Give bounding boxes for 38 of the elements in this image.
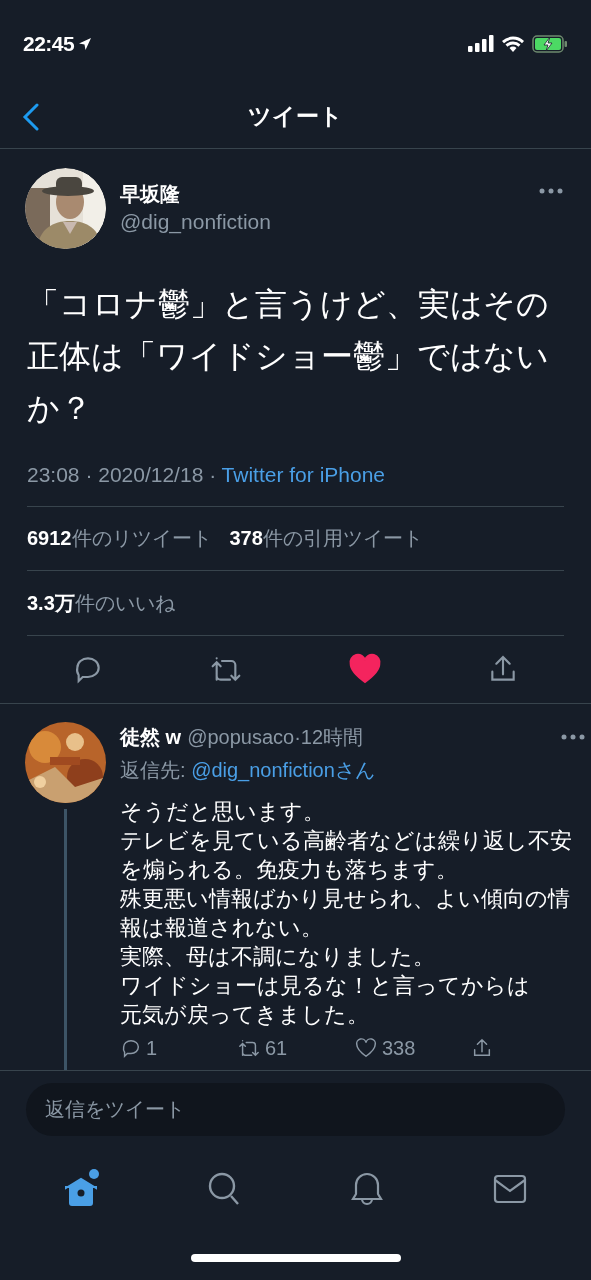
heart-icon[interactable]: [354, 1036, 378, 1059]
tweet-timestamp: 23:08 · 2020/12/18 ·: [27, 463, 218, 486]
clock-time: 22:45: [23, 30, 75, 57]
location-arrow-icon: [78, 36, 93, 51]
reply-input-field[interactable]: 返信をツイート: [26, 1083, 565, 1136]
stat-count[interactable]: 378件の引用ツイート: [229, 523, 423, 553]
more-options-icon[interactable]: [539, 188, 563, 194]
like-count: 338: [382, 1035, 416, 1061]
tweet-text: 「コロナ鬱」と言うけど、実はその正体は「ワイドショー鬱」ではないか？: [27, 285, 549, 428]
reply-text: ワイドショーは見るな！と言ってからは: [120, 971, 531, 1000]
author-handle[interactable]: @dig_nonfiction: [120, 206, 271, 237]
reply-text: テレビを見ている高齢者などは繰り返し不安を煽られる。免疫力も落ちます。: [120, 826, 572, 884]
heart-icon[interactable]: [347, 652, 382, 686]
more-options-icon[interactable]: [561, 733, 585, 740]
reply-text: 実際、母は不調になりました。: [120, 942, 436, 971]
retweet-count: 61: [265, 1035, 288, 1061]
stat-count[interactable]: 6912件のリツイート: [27, 523, 212, 553]
reply-author-name[interactable]: 徒然 w: [120, 721, 182, 752]
bell-icon[interactable]: [349, 1171, 384, 1207]
signal-icon: [468, 35, 494, 52]
reply-to-label: 返信先:: [120, 757, 187, 783]
screen-title: ツイート: [248, 102, 343, 132]
mail-icon[interactable]: [492, 1174, 527, 1204]
reply-text: 元気が戻ってきました。: [120, 1000, 370, 1029]
reply-time: ·12時間: [294, 724, 364, 750]
mention-link[interactable]: @dig_nonfictionさん: [191, 754, 375, 785]
client-link[interactable]: Twitter for iPhone: [221, 463, 385, 486]
reply-author-handle[interactable]: @popusaco: [187, 721, 295, 752]
author-name[interactable]: 早坂隆: [120, 180, 180, 207]
likes-count[interactable]: 3.3万件のいいね: [27, 587, 175, 618]
search-icon[interactable]: [207, 1171, 242, 1207]
back-chevron-icon[interactable]: [22, 103, 40, 131]
reply-text: 殊更悪い情報ばかり見せられ、よい傾向の情報は報道されない。: [120, 884, 571, 942]
reply-count: 1: [146, 1035, 158, 1061]
share-icon[interactable]: [471, 1036, 493, 1059]
battery-charging-icon: [532, 34, 568, 53]
reply-text: そうだと思います。: [120, 797, 326, 826]
wifi-icon: [501, 35, 525, 52]
